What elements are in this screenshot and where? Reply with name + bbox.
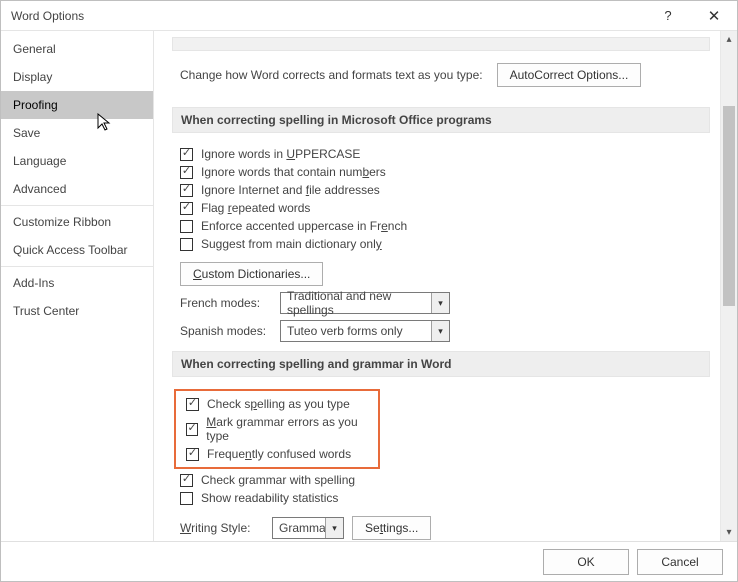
sidebar-separator [1, 205, 153, 206]
checkbox-icon[interactable] [180, 474, 193, 487]
close-button[interactable]: ✕ [691, 1, 737, 31]
check-readability-stats[interactable]: Show readability statistics [172, 489, 710, 507]
check-ignore-internet[interactable]: Ignore Internet and file addresses [172, 181, 710, 199]
sidebar-item-customize-ribbon[interactable]: Customize Ribbon [1, 208, 153, 236]
checkbox-icon[interactable] [180, 148, 193, 161]
sidebar-item-trust-center[interactable]: Trust Center [1, 297, 153, 325]
spanish-modes-combo[interactable]: Tuteo verb forms only ▾ [280, 320, 450, 342]
checkbox-icon[interactable] [180, 220, 193, 233]
autocorrect-options-button[interactable]: AutoCorrect Options... [497, 63, 642, 87]
sidebar-separator [1, 266, 153, 267]
section-bar-top [172, 37, 710, 51]
scroll-down-button[interactable]: ▾ [721, 524, 737, 541]
check-grammar-as-type[interactable]: Mark grammar errors as you type [178, 413, 372, 445]
scroll-thumb[interactable] [723, 106, 735, 306]
check-frequently-confused[interactable]: Frequently confused words [178, 445, 372, 463]
sidebar-item-quick-access-toolbar[interactable]: Quick Access Toolbar [1, 236, 153, 264]
french-modes-combo[interactable]: Traditional and new spellings ▾ [280, 292, 450, 314]
titlebar: Word Options ? ✕ [1, 1, 737, 31]
checkbox-icon[interactable] [180, 238, 193, 251]
checkbox-icon[interactable] [186, 398, 199, 411]
chevron-down-icon[interactable]: ▾ [431, 293, 449, 313]
chevron-down-icon[interactable]: ▾ [431, 321, 449, 341]
writing-style-combo[interactable]: Grammar ▾ [272, 517, 344, 539]
sidebar: General Display Proofing Save Language A… [1, 31, 154, 541]
scroll-up-button[interactable]: ▴ [721, 31, 737, 48]
sidebar-item-general[interactable]: General [1, 35, 153, 63]
section-heading-word-grammar: When correcting spelling and grammar in … [172, 351, 710, 377]
section-heading-office-spelling: When correcting spelling in Microsoft Of… [172, 107, 710, 133]
sidebar-item-display[interactable]: Display [1, 63, 153, 91]
checkbox-icon[interactable] [180, 492, 193, 505]
autocorrect-intro-text: Change how Word corrects and formats tex… [180, 68, 483, 82]
settings-button[interactable]: Settings... [352, 516, 431, 540]
highlight-box: Check spelling as you type Mark grammar … [174, 389, 380, 469]
cancel-button[interactable]: Cancel [637, 549, 723, 575]
check-flag-repeated[interactable]: Flag repeated words [172, 199, 710, 217]
window-title: Word Options [11, 9, 645, 23]
checkbox-icon[interactable] [180, 202, 193, 215]
checkbox-icon[interactable] [186, 448, 199, 461]
checkbox-icon[interactable] [186, 423, 198, 436]
chevron-down-icon[interactable]: ▾ [325, 518, 343, 538]
check-main-dictionary[interactable]: Suggest from main dictionary only [172, 235, 710, 253]
check-ignore-uppercase[interactable]: Ignore words in UPPERCASE [172, 145, 710, 163]
sidebar-item-save[interactable]: Save [1, 119, 153, 147]
check-accented-french[interactable]: Enforce accented uppercase in French [172, 217, 710, 235]
help-button[interactable]: ? [645, 1, 691, 31]
check-grammar-with-spelling[interactable]: Check grammar with spelling [172, 471, 710, 489]
vertical-scrollbar[interactable]: ▴ ▾ [720, 31, 737, 541]
checkbox-icon[interactable] [180, 166, 193, 179]
sidebar-item-language[interactable]: Language [1, 147, 153, 175]
checkbox-icon[interactable] [180, 184, 193, 197]
spanish-modes-label: Spanish modes: [180, 324, 272, 338]
french-modes-label: French modes: [180, 296, 272, 310]
content-pane: Change how Word corrects and formats tex… [154, 31, 720, 541]
check-ignore-numbers[interactable]: Ignore words that contain numbers [172, 163, 710, 181]
ok-button[interactable]: OK [543, 549, 629, 575]
sidebar-item-add-ins[interactable]: Add-Ins [1, 269, 153, 297]
dialog-footer: OK Cancel [1, 541, 737, 581]
check-spelling-as-type[interactable]: Check spelling as you type [178, 395, 372, 413]
sidebar-item-proofing[interactable]: Proofing [1, 91, 153, 119]
writing-style-label: Writing Style: [180, 521, 264, 535]
sidebar-item-advanced[interactable]: Advanced [1, 175, 153, 203]
custom-dictionaries-button[interactable]: Custom Dictionaries... [180, 262, 323, 286]
